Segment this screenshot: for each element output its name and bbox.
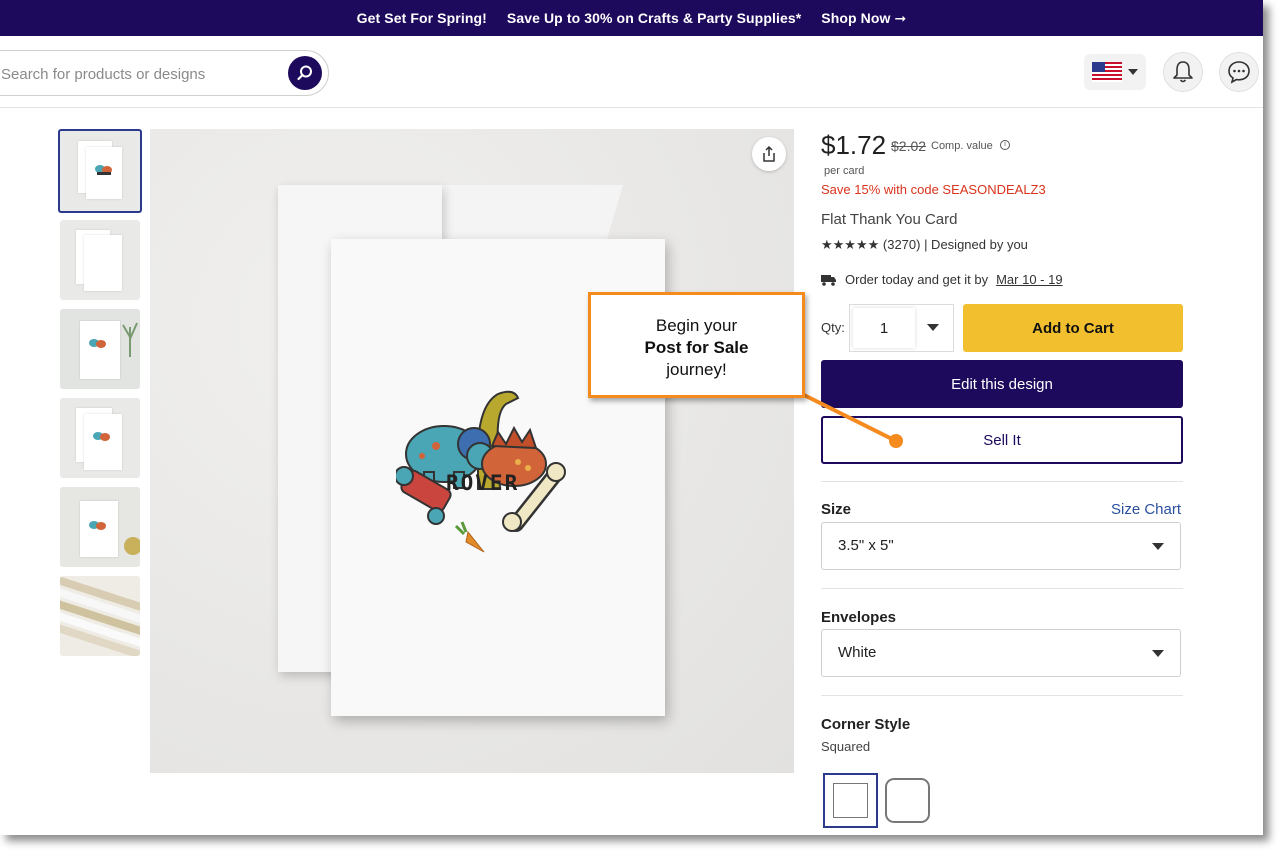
info-icon[interactable]: i	[1000, 140, 1010, 150]
divider	[821, 588, 1183, 589]
callout-line-2: Post for Sale	[644, 338, 749, 357]
promo-code-text: Save 15% with code SEASONDEALZ3	[821, 182, 1046, 197]
thumbnail-6-paper-stack[interactable]	[60, 576, 140, 656]
thumbnail-1[interactable]	[58, 129, 142, 213]
envelopes-value: White	[838, 644, 877, 661]
notifications-button[interactable]	[1163, 52, 1203, 92]
promo-banner[interactable]: Get Set For Spring! Save Up to 30% on Cr…	[0, 0, 1263, 36]
search-button[interactable]	[288, 56, 322, 90]
shop-now-link[interactable]: Shop Now ➞	[821, 10, 906, 27]
card-name-text: ROVER	[446, 471, 520, 495]
size-value: 3.5" x 5"	[838, 537, 894, 554]
chevron-down-icon	[1128, 69, 1138, 75]
promo-offer: Save Up to 30% on Crafts & Party Supplie…	[506, 10, 802, 26]
envelopes-select[interactable]: White	[821, 629, 1181, 677]
chevron-down-icon	[1152, 543, 1164, 550]
add-to-cart-button[interactable]: Add to Cart	[963, 304, 1183, 352]
search-icon	[297, 65, 312, 81]
qty-label: Qty:	[821, 320, 845, 335]
card-art-mini	[95, 165, 112, 175]
locale-selector[interactable]	[1084, 54, 1146, 90]
chat-button[interactable]	[1219, 52, 1259, 92]
callout-pointer	[794, 389, 903, 448]
size-label: Size	[821, 501, 852, 518]
chat-icon	[1228, 61, 1250, 84]
delivery-date-link[interactable]: Mar 10 - 19	[996, 272, 1062, 287]
rating-summary[interactable]: ★★★★★ (3270) | Designed by you	[821, 237, 1028, 253]
divider	[821, 695, 1183, 696]
thumbnail-2[interactable]	[60, 220, 140, 300]
original-price: $2.02	[891, 138, 927, 154]
corner-style-value: Squared	[821, 739, 871, 754]
quantity-select[interactable]: 1	[849, 304, 954, 352]
site-header	[0, 36, 1263, 108]
thumbnail-3[interactable]	[60, 309, 140, 389]
envelopes-label: Envelopes	[821, 609, 897, 626]
product-title: Flat Thank You Card	[821, 211, 958, 228]
comp-value-label: Comp. value	[931, 140, 993, 152]
product-price: $1.72	[821, 130, 887, 160]
tutorial-callout: Begin your Post for Sale journey!	[588, 292, 805, 398]
square-corner-icon	[833, 783, 868, 818]
chevron-down-icon	[927, 324, 939, 331]
corner-rounded-option[interactable]	[885, 778, 930, 823]
delivery-text: Order today and get it by	[845, 272, 989, 287]
delivery-estimate: Order today and get it by Mar 10 - 19	[821, 272, 1063, 287]
corner-style-label: Corner Style	[821, 716, 911, 733]
quantity-value: 1	[853, 308, 915, 348]
share-icon	[763, 145, 775, 162]
callout-line-3: journey!	[666, 360, 727, 379]
per-card-label: per card	[824, 165, 865, 177]
promo-headline: Get Set For Spring!	[356, 10, 487, 26]
search-bar	[0, 50, 329, 96]
truck-icon	[821, 274, 836, 286]
product-main-image[interactable]: ROVER	[150, 129, 794, 773]
thumbnail-5[interactable]	[60, 487, 140, 567]
callout-line-1: Begin your	[655, 316, 738, 335]
size-chart-link[interactable]: Size Chart	[1111, 501, 1181, 518]
us-flag-icon	[1092, 62, 1122, 82]
search-input[interactable]	[1, 63, 261, 85]
thumbnail-4[interactable]	[60, 398, 140, 478]
divider	[821, 481, 1183, 482]
size-select[interactable]: 3.5" x 5"	[821, 522, 1181, 570]
browser-frame: Get Set For Spring! Save Up to 30% on Cr…	[0, 0, 1263, 835]
corner-squared-option[interactable]	[823, 773, 878, 828]
dinosaur-artwork	[396, 390, 566, 553]
chevron-down-icon	[1152, 650, 1164, 657]
bell-icon	[1173, 61, 1193, 83]
share-button[interactable]	[752, 137, 786, 171]
